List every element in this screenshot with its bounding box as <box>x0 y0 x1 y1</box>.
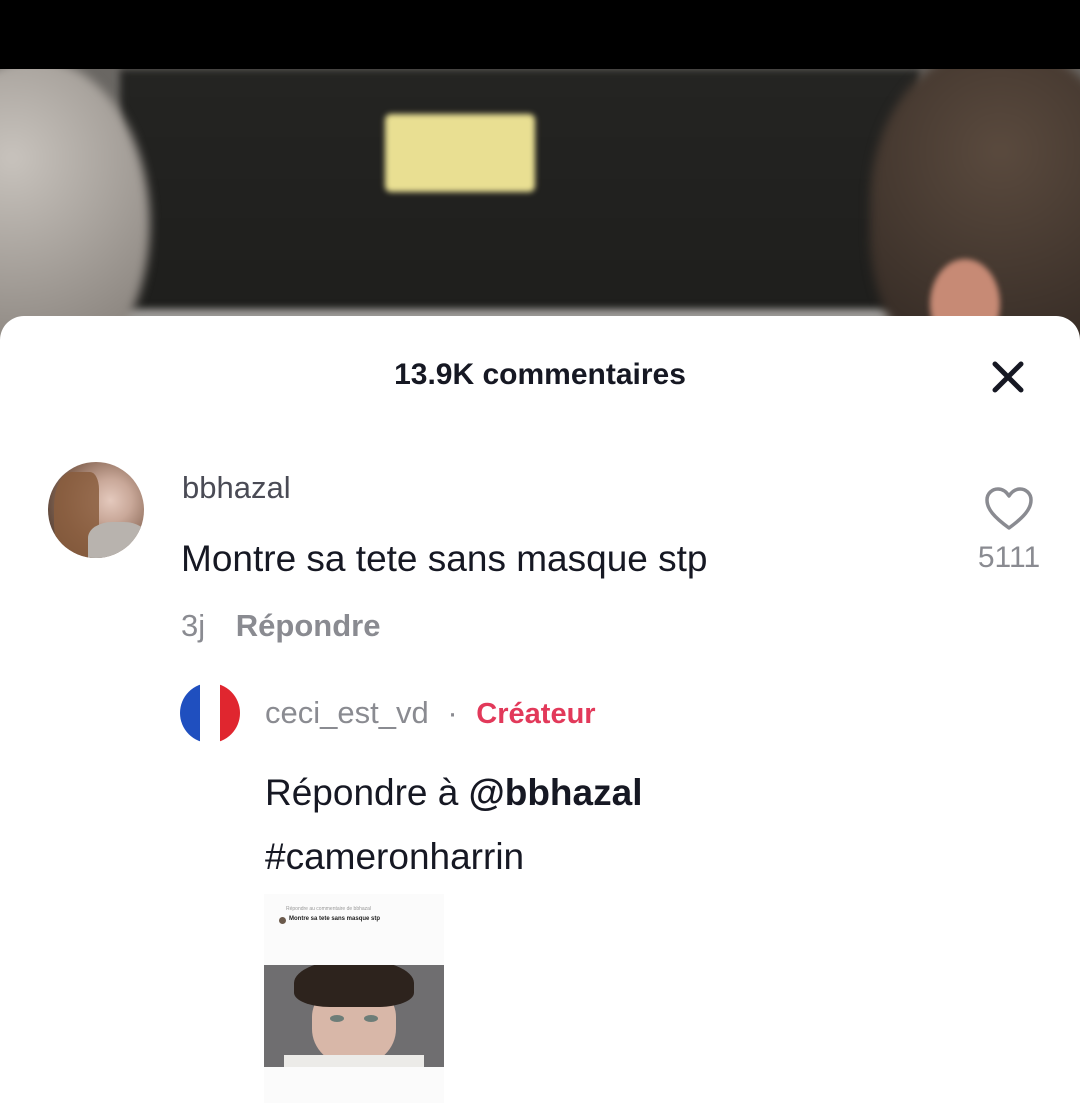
france-flag-avatar[interactable] <box>180 683 240 743</box>
separator-dot: · <box>447 695 458 730</box>
comment-username[interactable]: bbhazal <box>182 470 291 506</box>
reply-button[interactable]: Répondre <box>236 608 381 643</box>
creator-badge: Créateur <box>476 698 596 730</box>
close-button[interactable] <box>983 354 1033 400</box>
video-reply-thumbnail[interactable]: Répondre au commentaire de bbhazal Montr… <box>264 894 444 1103</box>
comment-text: Montre sa tete sans masque stp <box>181 538 708 579</box>
photo-shirt <box>284 1055 424 1067</box>
thumbnail-photo <box>264 965 444 1067</box>
reply-text: Répondre à @bbhazal #cameronharrin <box>265 761 642 889</box>
comment-meta: 3j Répondre <box>181 608 380 644</box>
photo-eye-right <box>364 1015 378 1022</box>
thumbnail-caption: Montre sa tete sans masque stp <box>289 916 381 922</box>
like-count: 5111 <box>977 541 1041 574</box>
avatar-shirt <box>88 522 144 558</box>
reply-hashtag[interactable]: #cameronharrin <box>265 825 642 889</box>
video-plate <box>385 114 535 192</box>
avatar[interactable] <box>48 462 144 558</box>
comments-sheet: 13.9K commentaires bbhazal Montre sa tet… <box>0 316 1080 1103</box>
heart-icon[interactable] <box>984 486 1034 532</box>
thumbnail-avatar <box>279 917 286 924</box>
reply-prefix: Répondre à <box>265 772 469 813</box>
comment-time: 3j <box>181 608 206 643</box>
photo-eye-left <box>330 1015 344 1022</box>
photo-hair <box>294 965 414 1007</box>
thumbnail-caption-top: Répondre au commentaire de bbhazal <box>286 906 372 912</box>
close-icon <box>992 361 1024 393</box>
reply-mention[interactable]: @bbhazal <box>469 772 643 813</box>
reply-line-1: Répondre à @bbhazal <box>265 761 642 825</box>
reply-username[interactable]: ceci_est_vd <box>265 695 429 730</box>
comments-count-title: 13.9K commentaires <box>394 358 686 391</box>
status-bar <box>0 0 1080 69</box>
reply-header: ceci_est_vd · Créateur <box>265 695 596 731</box>
